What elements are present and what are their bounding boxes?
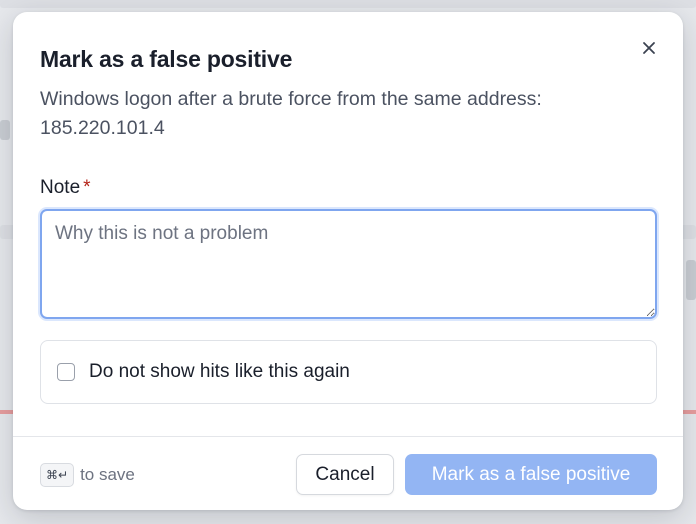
shortcut-hint-text: to save xyxy=(80,465,135,484)
background-side-element xyxy=(686,260,696,300)
cancel-button[interactable]: Cancel xyxy=(296,454,394,495)
background-row xyxy=(0,0,696,8)
save-shortcut-hint: ⌘↵ to save xyxy=(40,463,135,487)
do-not-show-again-checkbox[interactable] xyxy=(57,363,75,381)
required-marker: * xyxy=(83,177,91,198)
note-label: Note * xyxy=(40,177,91,199)
background-side-element xyxy=(0,120,10,140)
dialog-footer: ⌘↵ to save Cancel Mark as a false positi… xyxy=(13,436,683,510)
dialog-title: Mark as a false positive xyxy=(40,46,293,72)
dialog-description: Windows logon after a brute force from t… xyxy=(40,88,542,139)
mark-false-positive-button[interactable]: Mark as a false positive xyxy=(405,454,657,495)
do-not-show-again-option[interactable]: Do not show hits like this again xyxy=(40,340,657,404)
close-button[interactable] xyxy=(639,38,659,58)
close-icon xyxy=(643,42,655,54)
false-positive-dialog: Mark as a false positive Windows logon a… xyxy=(13,12,683,510)
do-not-show-again-label: Do not show hits like this again xyxy=(89,361,350,382)
note-label-text: Note xyxy=(40,177,81,198)
keyboard-shortcut-badge: ⌘↵ xyxy=(40,463,75,487)
note-textarea[interactable] xyxy=(40,209,657,319)
